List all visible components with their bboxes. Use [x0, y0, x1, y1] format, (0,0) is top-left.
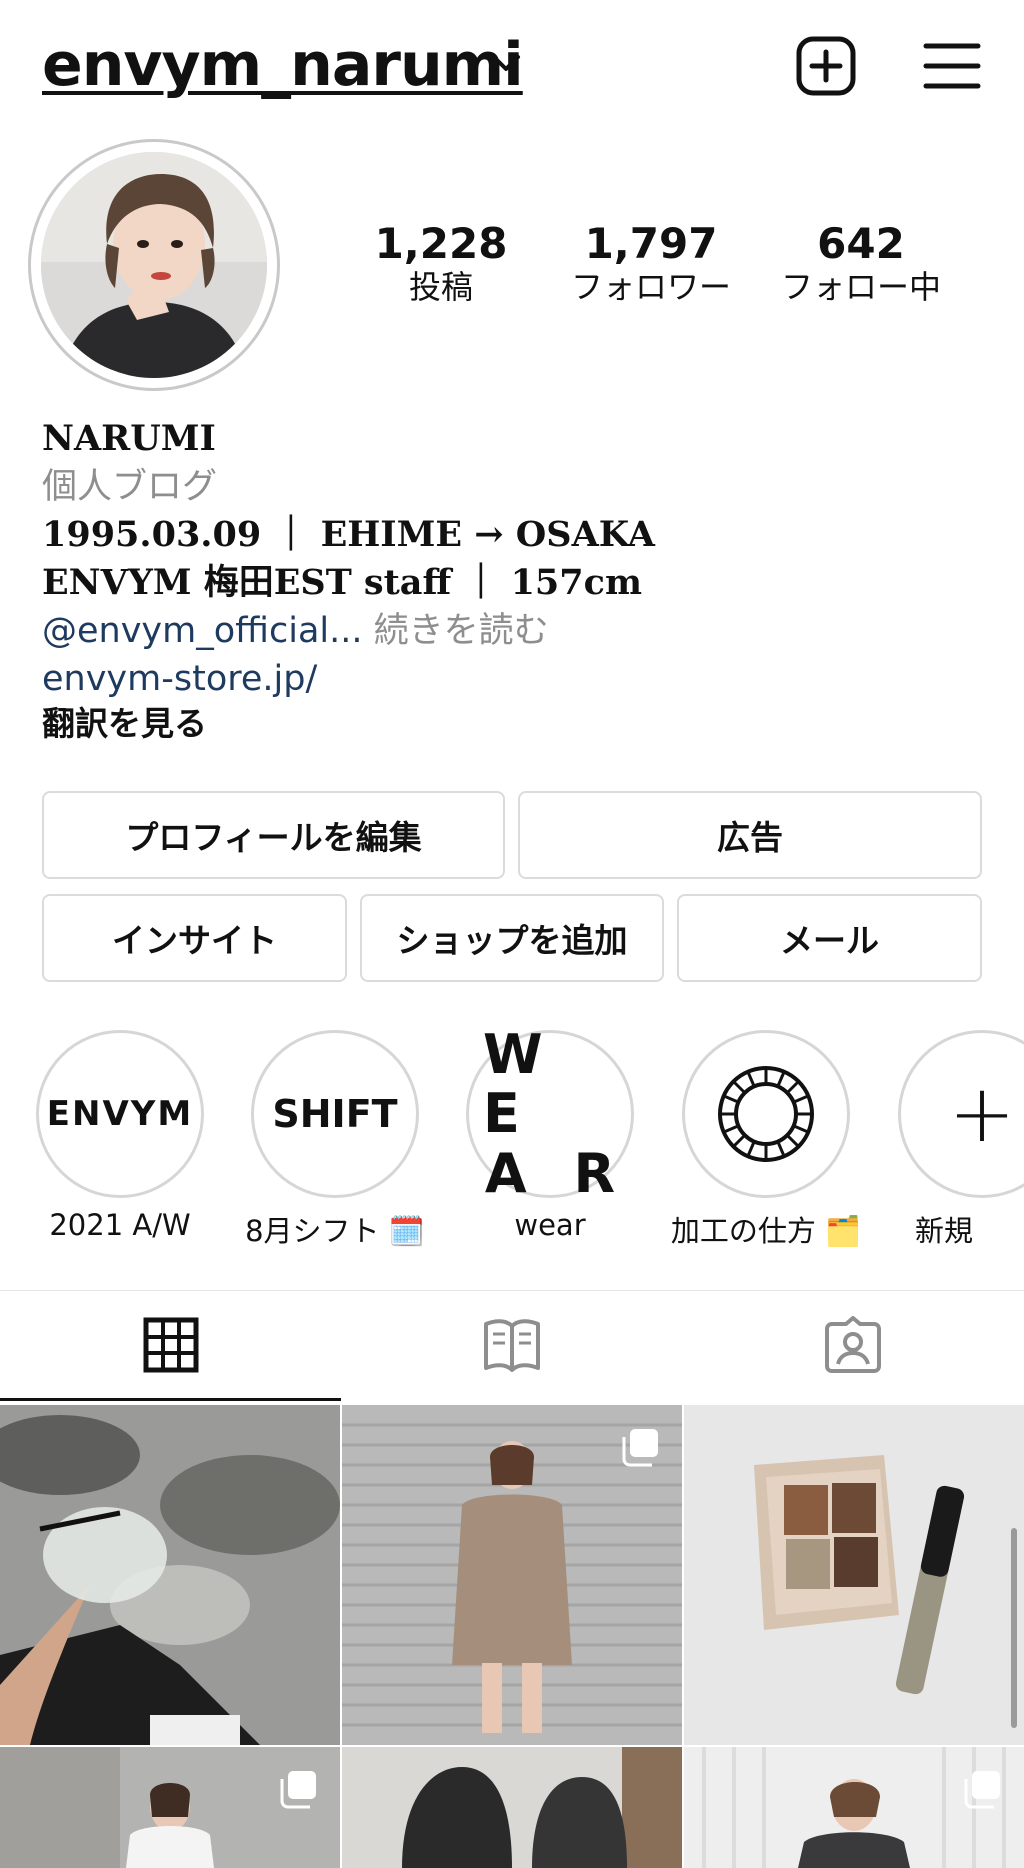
grid-post[interactable]	[684, 1747, 1024, 1868]
plus-icon: +	[948, 1067, 1016, 1160]
grid-post[interactable]	[0, 1747, 340, 1868]
highlight-envym[interactable]: ENVYM	[36, 1030, 204, 1198]
menu-icon[interactable]	[920, 34, 984, 98]
active-tab-indicator	[0, 1398, 341, 1401]
highlight-cover-text: W E	[483, 1022, 557, 1146]
website-link[interactable]: envym-store.jp/	[42, 658, 317, 700]
multiple-images-icon	[622, 1429, 658, 1467]
grid-post[interactable]	[684, 1405, 1024, 1745]
aperture-icon	[718, 1066, 814, 1162]
highlight-label: 8月シフト 🗓️	[245, 1214, 425, 1248]
guide-icon	[483, 1319, 540, 1372]
chevron-down-icon[interactable]	[488, 48, 524, 78]
highlight-new[interactable]: +	[898, 1030, 1024, 1198]
highlight-shift[interactable]: SHIFT	[251, 1030, 419, 1198]
posts-count: 1,228	[374, 219, 508, 268]
highlight-cover-text: SHIFT	[272, 1092, 398, 1136]
tab-tagged[interactable]	[682, 1290, 1024, 1400]
posts-label: 投稿	[408, 268, 473, 307]
followers-label: フォロワー	[570, 268, 731, 307]
new-post-icon[interactable]	[794, 34, 858, 98]
email-button[interactable]: メール	[677, 894, 982, 982]
multiple-images-icon	[964, 1771, 1000, 1809]
grid-icon	[143, 1317, 198, 1373]
highlight-cover-text: A R	[484, 1141, 630, 1205]
display-name: NARUMI	[42, 418, 216, 459]
highlight-label: wear	[514, 1208, 586, 1242]
edit-profile-button[interactable]: プロフィールを編集	[42, 791, 505, 879]
bio-line-2: ENVYM 梅田EST staff ｜ 157cm	[42, 562, 642, 603]
following-count: 642	[817, 219, 905, 268]
followers-count: 1,797	[584, 219, 718, 268]
bio-line-1: 1995.03.09 ｜ EHIME → OSAKA	[42, 514, 655, 555]
tab-grid[interactable]	[0, 1290, 341, 1400]
multiple-images-icon	[280, 1771, 316, 1809]
category-label: 個人ブログ	[42, 467, 218, 507]
tab-guides[interactable]	[341, 1290, 682, 1400]
following-stat[interactable]: 642 フォロー中	[756, 219, 966, 307]
avatar[interactable]	[41, 152, 267, 378]
translate-link[interactable]: 翻訳を見る	[42, 704, 207, 744]
highlight-cover-text: ENVYM	[46, 1094, 194, 1134]
username-switcher[interactable]: envym_narumi	[42, 30, 524, 100]
highlight-label: 2021 A/W	[49, 1208, 191, 1242]
add-shop-button[interactable]: ショップを追加	[360, 894, 664, 982]
posts-stat[interactable]: 1,228 投稿	[336, 219, 546, 307]
insights-button[interactable]: インサイト	[42, 894, 347, 982]
ads-button[interactable]: 広告	[518, 791, 982, 879]
tagged-icon	[825, 1316, 881, 1373]
mention-link[interactable]: @envym_official...	[42, 611, 363, 651]
scrollbar[interactable]	[1011, 1528, 1017, 1728]
highlight-label: 新規	[914, 1214, 973, 1248]
grid-post[interactable]	[0, 1405, 340, 1745]
bio-line-3: @envym_official... 続きを読む	[42, 610, 549, 652]
following-label: フォロー中	[780, 268, 941, 307]
read-more-link[interactable]: 続きを読む	[363, 611, 549, 651]
grid-post[interactable]	[342, 1405, 682, 1745]
highlight-wear[interactable]: W E A R	[466, 1025, 634, 1203]
highlight-editing[interactable]	[682, 1030, 850, 1198]
followers-stat[interactable]: 1,797 フォロワー	[546, 219, 756, 307]
highlight-label: 加工の仕方 🗂️	[670, 1214, 862, 1248]
grid-post[interactable]	[342, 1747, 682, 1868]
